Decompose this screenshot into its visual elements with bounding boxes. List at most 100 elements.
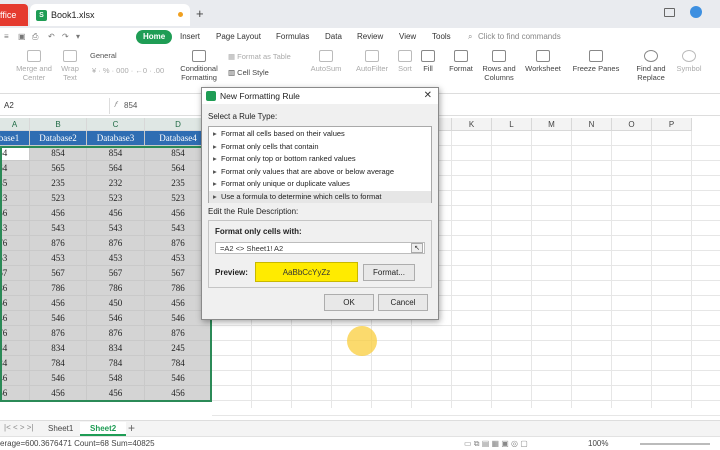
table-cell[interactable]: 546 [0, 311, 30, 326]
menu-icon[interactable]: ≡ [4, 30, 9, 44]
formula-input[interactable]: 854 [124, 98, 137, 114]
table-cell[interactable]: 548 [87, 371, 145, 386]
table-cell[interactable]: 546 [87, 311, 145, 326]
fx-icon[interactable]: 𝑓 [114, 100, 117, 110]
cell-style-button[interactable]: ▥ Cell Style [228, 68, 288, 77]
table-cell[interactable]: 523 [0, 191, 30, 206]
table-cell[interactable]: 523 [30, 191, 87, 206]
table-cell[interactable]: 456 [145, 386, 212, 401]
formula-input[interactable]: =A2 <> Sheet1! A2 ↖ [215, 242, 425, 254]
table-header-cell[interactable]: Database3 [87, 131, 145, 146]
table-cell[interactable]: 854 [87, 146, 145, 161]
number-format-select[interactable]: General [90, 50, 150, 62]
table-cell[interactable]: 456 [30, 386, 87, 401]
tab-page-layout[interactable]: Page Layout [216, 30, 261, 44]
sort-button[interactable]: Sort [394, 50, 416, 73]
view-mode-icons[interactable]: ▭ ⧉ ▤ ▦ ▣ ◎ ▢ [464, 439, 528, 449]
tab-formulas[interactable]: Formulas [276, 30, 309, 44]
table-cell[interactable]: 543 [30, 221, 87, 236]
range-picker-icon[interactable]: ↖ [411, 243, 423, 253]
table-cell[interactable]: 854 [30, 146, 87, 161]
more-icon[interactable]: ▾ [76, 30, 80, 44]
number-format-icons[interactable]: ¥ · % · 000 · ←0 · .00 [92, 66, 172, 75]
window-icon[interactable] [664, 8, 675, 17]
table-cell[interactable]: 876 [0, 326, 30, 341]
table-cell[interactable]: 546 [30, 371, 87, 386]
table-cell[interactable]: 876 [0, 236, 30, 251]
table-cell[interactable]: 876 [30, 326, 87, 341]
table-header-cell[interactable]: Database1 [0, 131, 30, 146]
table-cell[interactable]: 876 [87, 236, 145, 251]
table-cell[interactable]: 784 [30, 356, 87, 371]
table-cell[interactable]: 834 [30, 341, 87, 356]
column-header-p[interactable]: P [652, 118, 692, 131]
close-icon[interactable]: ✕ [424, 90, 432, 102]
format-as-table-button[interactable]: ▦ Format as Table [228, 52, 298, 61]
column-header-m[interactable]: M [532, 118, 572, 131]
table-cell[interactable]: 786 [87, 281, 145, 296]
rule-type-list[interactable]: Format all cells based on their values Fo… [208, 126, 432, 203]
table-cell[interactable]: 235 [0, 176, 30, 191]
sheet-tab-sheet2[interactable]: Sheet2 [80, 422, 127, 436]
table-cell[interactable]: 456 [0, 206, 30, 221]
table-cell[interactable]: 784 [145, 356, 212, 371]
table-cell[interactable]: 450 [87, 296, 145, 311]
table-cell[interactable]: 456 [30, 206, 87, 221]
tab-data[interactable]: Data [325, 30, 342, 44]
table-cell[interactable]: 456 [87, 386, 145, 401]
rule-type-item[interactable]: Format only values that are above or bel… [209, 166, 431, 179]
column-header-c[interactable]: C [87, 118, 145, 131]
table-cell[interactable]: 523 [87, 191, 145, 206]
zoom-slider[interactable] [640, 443, 710, 445]
format-button[interactable]: Format... [363, 264, 415, 281]
tab-view[interactable]: View [399, 30, 416, 44]
table-cell[interactable]: 786 [30, 281, 87, 296]
cloud-icon[interactable] [690, 6, 702, 18]
conditional-formatting-button[interactable]: Conditional Formatting [176, 50, 222, 82]
rule-type-item[interactable]: Format all cells based on their values [209, 128, 431, 141]
table-cell[interactable]: 564 [0, 161, 30, 176]
table-cell[interactable]: 565 [30, 161, 87, 176]
rule-type-item[interactable]: Format only top or bottom ranked values [209, 153, 431, 166]
table-cell[interactable]: 876 [30, 236, 87, 251]
table-header-cell[interactable]: Database2 [30, 131, 87, 146]
table-cell[interactable]: 784 [87, 356, 145, 371]
worksheet-button[interactable]: Worksheet [522, 50, 564, 73]
format-button[interactable]: Format [446, 50, 476, 73]
command-search[interactable]: Click to find commands [478, 30, 561, 44]
freeze-panes-button[interactable]: Freeze Panes [572, 50, 620, 73]
tab-home[interactable]: Home [136, 30, 173, 44]
zoom-level[interactable]: 100% [588, 439, 608, 448]
sheet-nav-icon[interactable]: |< < > >| [4, 423, 34, 432]
cancel-button[interactable]: Cancel [378, 294, 428, 311]
office-tab[interactable]: ffice [0, 4, 28, 26]
table-cell[interactable]: 232 [87, 176, 145, 191]
symbol-button[interactable]: Symbol [672, 50, 706, 73]
table-cell[interactable]: 564 [87, 161, 145, 176]
name-box[interactable]: A2 [0, 98, 110, 114]
find-replace-button[interactable]: Find and Replace [632, 50, 670, 82]
search-icon[interactable]: ⌕ [468, 30, 472, 44]
table-cell[interactable]: 245 [145, 341, 212, 356]
column-header-l[interactable]: L [492, 118, 532, 131]
column-header-k[interactable]: K [452, 118, 492, 131]
table-cell[interactable]: 546 [30, 311, 87, 326]
table-cell[interactable]: 456 [0, 296, 30, 311]
fill-button[interactable]: Fill [418, 50, 438, 73]
sheet-tab-sheet1[interactable]: Sheet1 [38, 422, 83, 436]
tab-tools[interactable]: Tools [432, 30, 451, 44]
table-cell[interactable]: 456 [87, 206, 145, 221]
table-cell[interactable]: 567 [87, 266, 145, 281]
add-sheet-button[interactable]: + [128, 421, 135, 435]
table-cell[interactable]: 453 [87, 251, 145, 266]
table-cell[interactable]: 834 [0, 341, 30, 356]
table-cell[interactable]: 786 [0, 281, 30, 296]
rule-type-item[interactable]: Use a formula to determine which cells t… [209, 190, 431, 203]
rule-type-item[interactable]: Format only unique or duplicate values [209, 178, 431, 191]
table-cell[interactable]: 784 [0, 356, 30, 371]
table-cell[interactable]: 235 [30, 176, 87, 191]
autosum-button[interactable]: AutoSum [308, 50, 344, 73]
table-cell[interactable]: 543 [0, 221, 30, 236]
table-cell[interactable]: 453 [0, 251, 30, 266]
column-header-n[interactable]: N [572, 118, 612, 131]
